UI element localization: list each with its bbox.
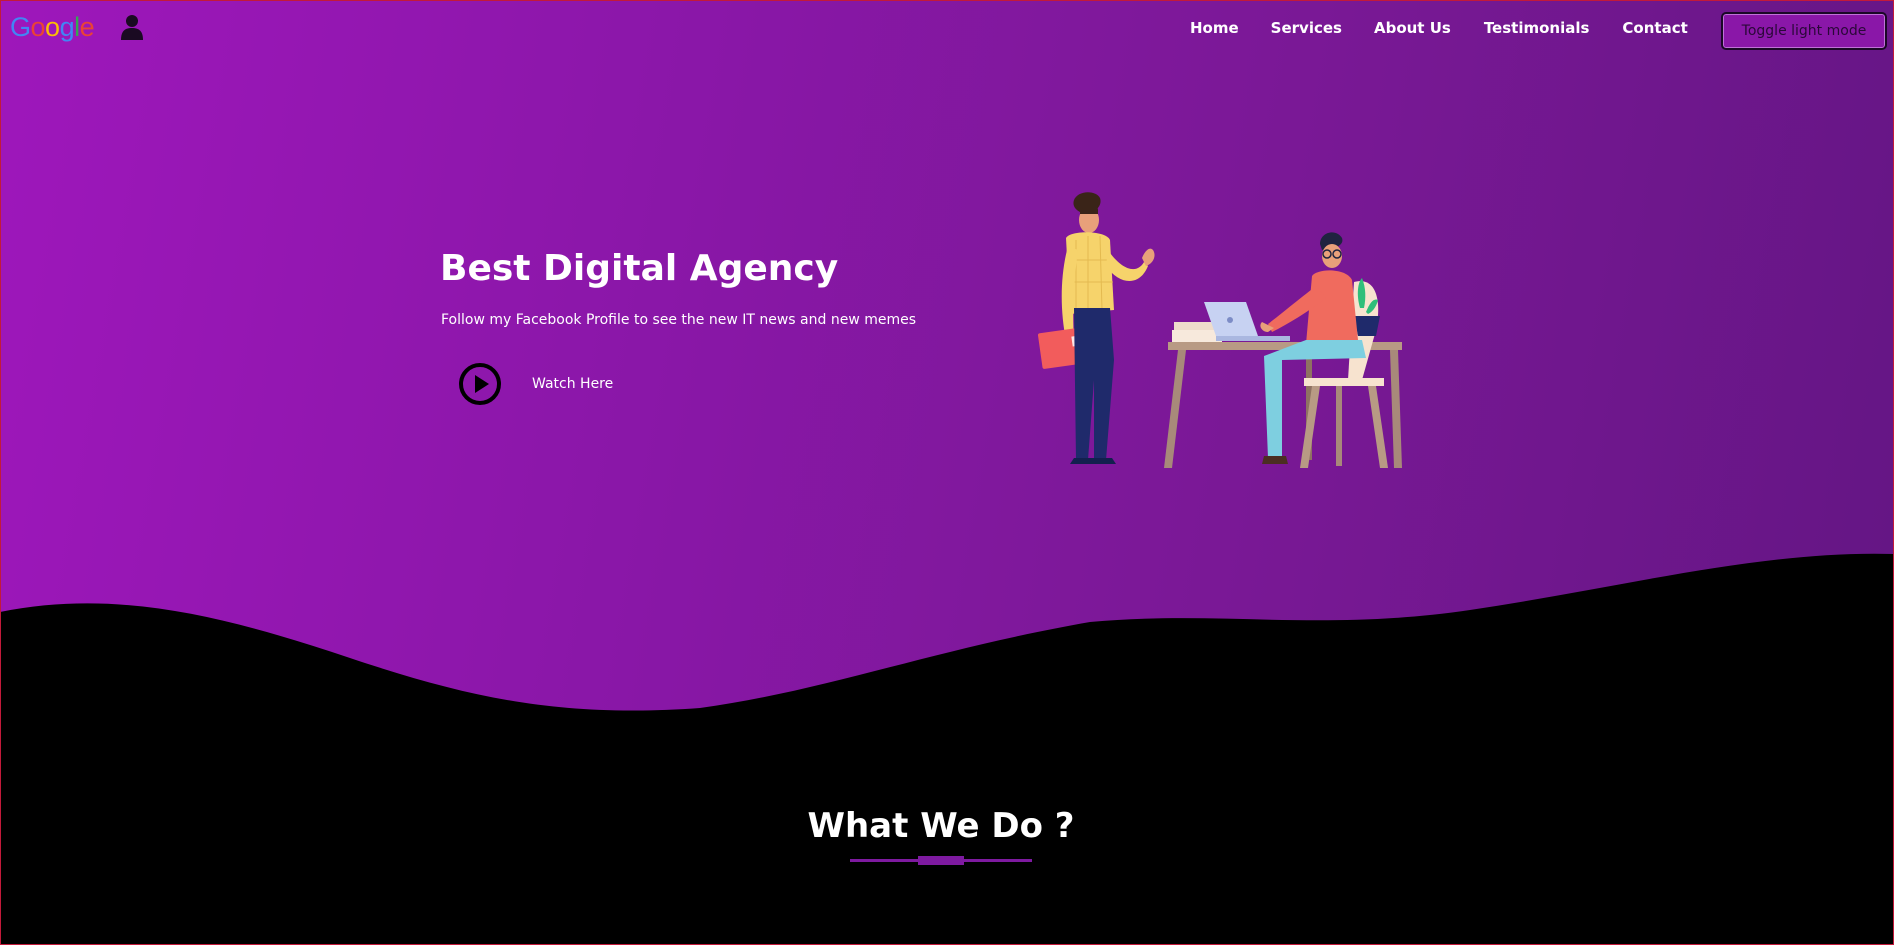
- user-icon: [121, 15, 143, 40]
- hero-subtitle: Follow my Facebook Profile to see the ne…: [441, 312, 917, 328]
- nav-link-about-us[interactable]: About Us: [1374, 19, 1451, 37]
- hero-title: Best Digital Agency: [440, 248, 839, 289]
- google-logo[interactable]: Google: [10, 12, 95, 43]
- hero-wave-divider: [0, 553, 1894, 760]
- toggle-light-mode-button[interactable]: Toggle light mode: [1721, 12, 1887, 50]
- watch-here-button[interactable]: Watch Here: [458, 362, 613, 406]
- nav-link-home[interactable]: Home: [1190, 19, 1239, 37]
- two-people-office-illustration: [1037, 192, 1402, 468]
- play-circle-icon: [459, 363, 501, 405]
- section-title-underline-accent: [918, 856, 964, 865]
- logo-letter: o: [45, 12, 60, 42]
- user-account-button[interactable]: [120, 14, 144, 40]
- standing-person-figure: [1037, 192, 1155, 464]
- logo-text: Google: [10, 12, 95, 43]
- logo-letter: o: [30, 12, 46, 42]
- logo-letter: g: [59, 12, 75, 42]
- watch-here-label: Watch Here: [532, 376, 614, 392]
- nav-link-testimonials[interactable]: Testimonials: [1484, 19, 1590, 37]
- section-title-what-we-do: What We Do ?: [807, 806, 1075, 846]
- hero-section: Google Home Services About Us Testimonia…: [0, 0, 1894, 760]
- nav-link-contact[interactable]: Contact: [1622, 19, 1687, 37]
- logo-letter: G: [10, 12, 31, 42]
- logo-letter: e: [79, 12, 95, 42]
- nav-link-services[interactable]: Services: [1271, 19, 1342, 37]
